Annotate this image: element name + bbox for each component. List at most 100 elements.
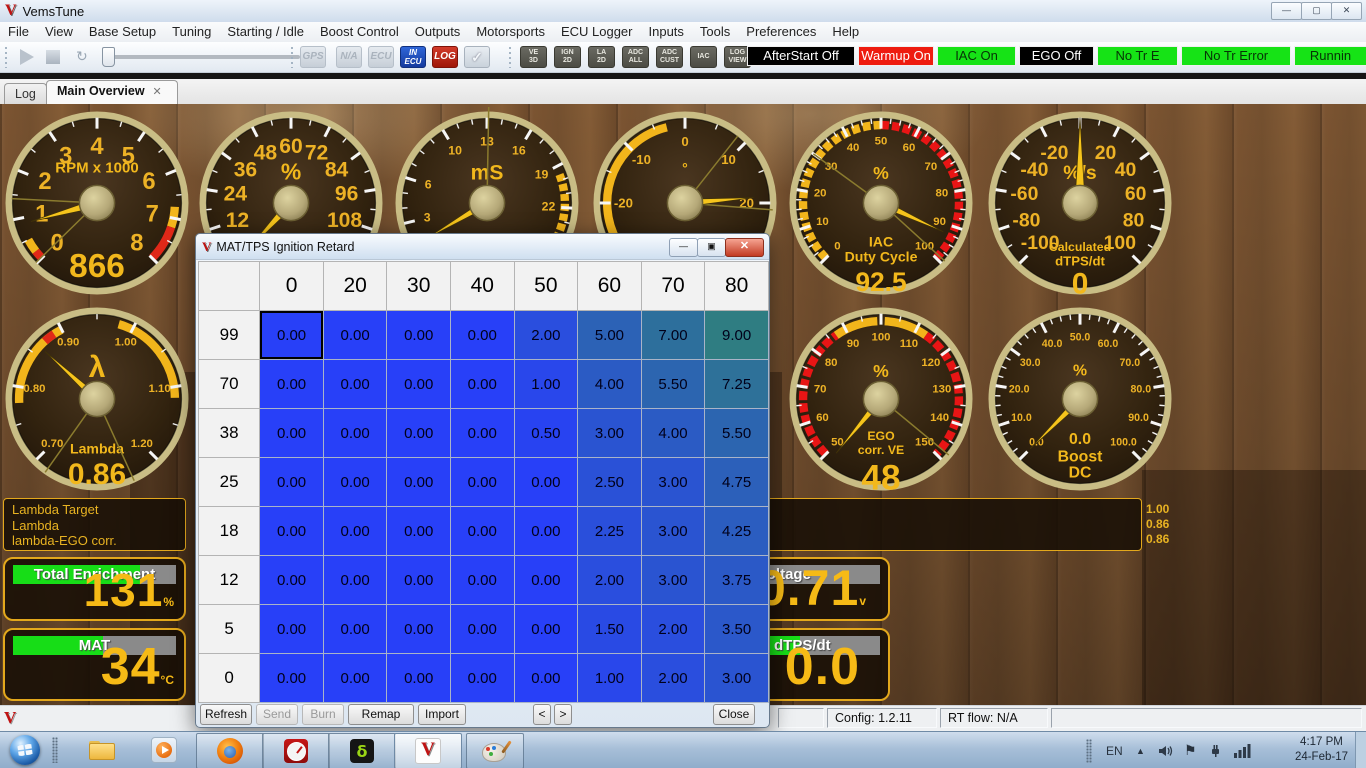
dialog-Remap-button[interactable]: Remap [348,704,414,725]
table-cell[interactable]: 4.75 [705,458,769,507]
table-cell[interactable]: 7.00 [641,311,705,360]
menu-inputs[interactable]: Inputs [641,22,692,42]
table-cell[interactable]: 5.50 [641,360,705,409]
table-cell[interactable]: 0.00 [514,605,578,654]
firefox-button[interactable] [196,733,264,768]
table-cell[interactable]: 0.00 [260,458,324,507]
table-cell[interactable]: 0.00 [514,458,578,507]
slider-handle[interactable] [102,47,115,67]
taskbar-clock[interactable]: 4:17 PM 24-Feb-17 [1295,735,1348,765]
dialog-Close-button[interactable]: Close [713,704,755,725]
table-cell[interactable]: 0.00 [514,556,578,605]
table-cell[interactable]: 5.50 [705,409,769,458]
table-cell[interactable]: 1.00 [578,654,642,703]
na-button[interactable]: N/A [336,46,362,68]
table-cell[interactable]: 0.00 [387,507,451,556]
table-cell[interactable]: 0.00 [450,458,514,507]
dialog-next-button[interactable]: > [554,704,572,725]
start-button[interactable] [6,733,44,767]
table-cell[interactable]: 1.00 [514,360,578,409]
table-cell[interactable]: 0.00 [323,654,387,703]
language-indicator[interactable]: EN [1106,732,1123,768]
table-cell[interactable]: 1.50 [578,605,642,654]
ve-3d-button[interactable]: VE3D [520,46,547,68]
table-cell[interactable]: 0.00 [450,556,514,605]
adc-all-button[interactable]: ADCALL [622,46,649,68]
table-cell[interactable]: 2.50 [578,458,642,507]
delta-app-button[interactable]: δ [328,733,396,768]
table-cell[interactable]: 3.75 [705,556,769,605]
dialog-maximize-button[interactable]: ▣ [697,238,726,257]
menu-preferences[interactable]: Preferences [738,22,824,42]
log-button[interactable]: LOG [432,46,458,68]
menu-view[interactable]: View [37,22,81,42]
table-cell[interactable]: 0.00 [387,654,451,703]
menu-motorsports[interactable]: Motorsports [468,22,553,42]
table-cell[interactable]: 0.00 [323,311,387,360]
table-cell[interactable]: 2.00 [641,654,705,703]
table-cell[interactable]: 3.00 [641,556,705,605]
la-2d-button[interactable]: LA2D [588,46,615,68]
dialog-Import-button[interactable]: Import [418,704,466,725]
table-cell[interactable]: 2.00 [641,605,705,654]
explorer-button[interactable] [82,733,122,767]
table-cell[interactable]: 0.00 [323,360,387,409]
table-cell[interactable]: 0.00 [450,507,514,556]
table-cell[interactable]: 0.00 [514,507,578,556]
maximize-button[interactable]: ▢ [1301,2,1332,20]
table-cell[interactable]: 9.00 [705,311,769,360]
table-cell[interactable]: 0.00 [260,605,324,654]
table-cell[interactable]: 4.00 [641,409,705,458]
paint-button[interactable] [466,733,524,768]
in-ecu-button[interactable]: INECU [400,46,426,68]
table-cell[interactable]: 0.00 [387,556,451,605]
ecu-button[interactable]: ECU [368,46,394,68]
menu-ecu-logger[interactable]: ECU Logger [553,22,641,42]
dialog-Send-button[interactable]: Send [256,704,298,725]
table-cell[interactable]: 4.00 [578,360,642,409]
table-cell[interactable]: 0.00 [260,556,324,605]
tab-main-overview[interactable]: Main Overview✕ [46,80,178,104]
table-cell[interactable]: 0.00 [387,311,451,360]
table-cell[interactable]: 0.00 [260,360,324,409]
table-cell[interactable]: 0.00 [450,360,514,409]
dialog-Burn-button[interactable]: Burn [302,704,344,725]
table-cell[interactable]: 0.50 [514,409,578,458]
dialog-title-bar[interactable]: V MAT/TPS Ignition Retard — ▣ ✕ [196,234,769,260]
tab-log[interactable]: Log [4,83,47,104]
table-cell[interactable]: 2.00 [514,311,578,360]
menu-boost-control[interactable]: Boost Control [312,22,407,42]
dialog-close-button[interactable]: ✕ [725,238,764,257]
table-cell[interactable]: 0.00 [323,605,387,654]
ign-2d-button[interactable]: IGN2D [554,46,581,68]
table-cell[interactable]: 2.25 [578,507,642,556]
table-cell[interactable]: 7.25 [705,360,769,409]
show-desktop-button[interactable] [1355,732,1366,768]
table-cell[interactable]: 0.00 [514,654,578,703]
stop-button[interactable] [46,50,60,64]
menu-base-setup[interactable]: Base Setup [81,22,164,42]
dialog-prev-button[interactable]: < [533,704,551,725]
table-cell[interactable]: 2.00 [578,556,642,605]
table-cell[interactable]: 3.00 [705,654,769,703]
menu-tuning[interactable]: Tuning [164,22,219,42]
table-cell[interactable]: 0.00 [387,605,451,654]
table-cell[interactable]: 3.00 [578,409,642,458]
table-cell[interactable]: 0.00 [450,409,514,458]
table-cell[interactable]: 0.00 [323,507,387,556]
table-cell[interactable]: 0.00 [260,507,324,556]
menu-outputs[interactable]: Outputs [407,22,469,42]
gauge-app-button[interactable] [262,733,330,768]
table-cell[interactable]: 0.00 [260,654,324,703]
table-cell[interactable]: 3.00 [641,458,705,507]
table-cell[interactable]: 4.25 [705,507,769,556]
minimize-button[interactable]: — [1271,2,1302,20]
dialog-Refresh-button[interactable]: Refresh [200,704,252,725]
menu-file[interactable]: File [0,22,37,42]
menu-help[interactable]: Help [824,22,867,42]
loop-icon[interactable]: ↻ [76,48,88,65]
adc-cust-button[interactable]: ADCCUST [656,46,683,68]
validate-button[interactable]: ✓ [464,46,490,68]
table-cell[interactable]: 0.00 [260,311,324,360]
table-cell[interactable]: 0.00 [450,311,514,360]
